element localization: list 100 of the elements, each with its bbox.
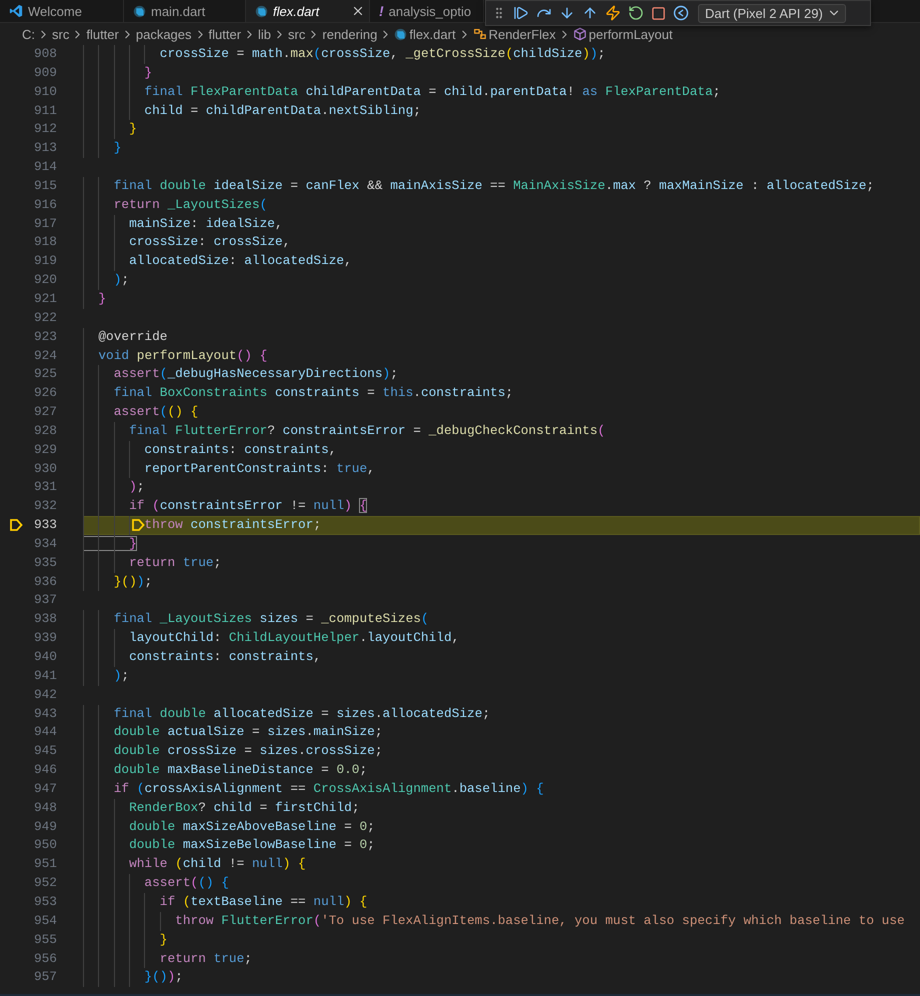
code-line: child = childParentData.nextSibling; (143, 102, 422, 120)
code-line: }()); (112, 572, 154, 591)
line-number: 916 (34, 196, 57, 214)
line-number: 927 (34, 403, 57, 422)
line-number: 930 (34, 460, 57, 478)
devtools-icon[interactable] (673, 5, 689, 21)
code-line: double maxBaselineDistance = 0.0; (112, 761, 368, 780)
line-number: 940 (34, 648, 57, 666)
code-line: } (112, 139, 122, 158)
line-number: 926 (34, 384, 57, 402)
code-line: crossSize = math.max(crossSize, _getCrossSize(childSize)); (158, 45, 606, 63)
line-number: 934 (34, 534, 57, 553)
breadcrumb-item[interactable]: src (52, 26, 70, 42)
code-line: void performLayout() { (97, 346, 268, 364)
code-line: return _LayoutSizes( (112, 196, 268, 214)
inline-breakpoint-arrow-icon (130, 518, 145, 532)
continue-icon[interactable] (513, 5, 529, 21)
code-line: if (constraintsError != null) { (128, 497, 368, 516)
line-number: 915 (34, 176, 57, 195)
code-line: @override (97, 328, 168, 346)
lightning-icon[interactable] (605, 5, 621, 21)
line-number: 956 (34, 950, 57, 968)
breadcrumb-item[interactable]: flex.dart (409, 26, 456, 42)
line-number: 939 (34, 629, 57, 648)
line-number: 933 (34, 516, 57, 534)
vscode-logo-icon (9, 4, 23, 18)
code-line: constraints: constraints, (128, 648, 322, 666)
line-number: 949 (34, 818, 57, 836)
code-line: double crossSize = sizes.crossSize; (112, 742, 384, 760)
code-line: double actualSize = sizes.mainSize; (112, 723, 384, 742)
code-line: } (143, 64, 154, 82)
line-number: 929 (34, 440, 57, 459)
code-line: return true; (128, 554, 222, 572)
code-line: final _LayoutSizes sizes = _computeSizes( (112, 610, 430, 628)
breadcrumb-item[interactable]: performLayout (588, 26, 673, 42)
breadcrumb-item[interactable]: lib (258, 26, 272, 42)
breadcrumb-item[interactable]: packages (136, 26, 192, 42)
line-number: 928 (34, 422, 57, 440)
breadcrumb-item[interactable]: C: (22, 26, 35, 42)
code-line: if (crossAxisAlignment == CrossAxisAlignment.baseline) { (112, 780, 545, 798)
code-line: while (child != null) { (128, 855, 307, 874)
code-line: reportParentConstraints: true, (143, 460, 376, 478)
breakpoint-arrow-icon (9, 518, 23, 532)
step-into-icon[interactable] (559, 5, 575, 21)
line-number: 957 (34, 968, 57, 986)
device-dropdown[interactable]: Dart (Pixel 2 API 29) (698, 4, 846, 22)
code-line: final FlutterError? constraintsError = _debugCheckConstraints( (128, 422, 606, 440)
line-number: 943 (34, 704, 57, 723)
line-number: 919 (34, 252, 57, 270)
code-line: ); (128, 478, 146, 496)
breadcrumb-item[interactable]: RenderFlex (488, 26, 556, 42)
line-number: 937 (34, 591, 57, 610)
class-icon (472, 27, 487, 41)
dart-file-icon (255, 4, 268, 18)
line-number: 952 (34, 874, 57, 892)
line-number: 925 (34, 365, 57, 384)
editor-tab[interactable]: flex.dart (246, 0, 370, 22)
dart-file-icon (133, 4, 146, 18)
code-line: } (128, 120, 138, 138)
line-number: 932 (34, 497, 57, 516)
code-line: mainSize: idealSize, (128, 214, 284, 233)
code-line: layoutChild: ChildLayoutHelper.layoutChild, (128, 629, 460, 648)
code-line: double maxSizeBelowBaseline = 0; (128, 836, 376, 854)
line-number: 950 (34, 836, 57, 854)
restart-icon[interactable] (628, 5, 644, 21)
code-line: assert(() { (112, 403, 200, 422)
line-number: 941 (34, 666, 57, 685)
code-line: } (158, 930, 168, 949)
line-number: 924 (34, 346, 57, 364)
stop-icon[interactable] (651, 6, 666, 20)
tab-glyph: ! (379, 3, 384, 19)
breadcrumb-item[interactable]: flutter (86, 26, 119, 42)
code-line: allocatedSize: allocatedSize, (128, 252, 353, 270)
code-line: ); (112, 271, 130, 290)
line-number: 953 (34, 892, 57, 911)
code-line: assert(_debugHasNecessaryDirections); (112, 365, 399, 384)
code-line: } (83, 534, 920, 554)
line-number: 942 (34, 686, 57, 704)
line-number: 945 (34, 742, 57, 760)
line-number: 921 (34, 290, 57, 308)
line-number: 948 (34, 798, 57, 817)
code-line: throw FlutterError('To use FlexAlignItems.baseline, you must also specify which baseline to use (174, 912, 906, 930)
line-number: 923 (34, 328, 57, 346)
code-line: final double idealSize = canFlex && mainAxisSize == MainAxisSize.max ? maxMainSize : allocatedSize; (112, 176, 876, 195)
breadcrumb-item[interactable]: flutter (208, 26, 242, 42)
line-number: 909 (34, 64, 57, 82)
line-number: 914 (34, 158, 57, 176)
line-number: 954 (34, 912, 57, 930)
line-number: 936 (34, 572, 57, 591)
method-cube-icon (572, 27, 587, 41)
code-line: double maxSizeAboveBaseline = 0; (128, 818, 376, 836)
step-out-icon[interactable] (582, 5, 598, 21)
breadcrumb-item[interactable]: rendering (322, 26, 378, 42)
code-line: final BoxConstraints constraints = this.constraints; (112, 384, 514, 402)
close-icon[interactable] (351, 4, 365, 18)
breadcrumb-item[interactable]: src (288, 26, 306, 42)
dart-file-icon (394, 28, 408, 40)
line-number: 931 (34, 478, 57, 496)
line-number: 938 (34, 610, 57, 628)
line-number: 955 (34, 930, 57, 949)
